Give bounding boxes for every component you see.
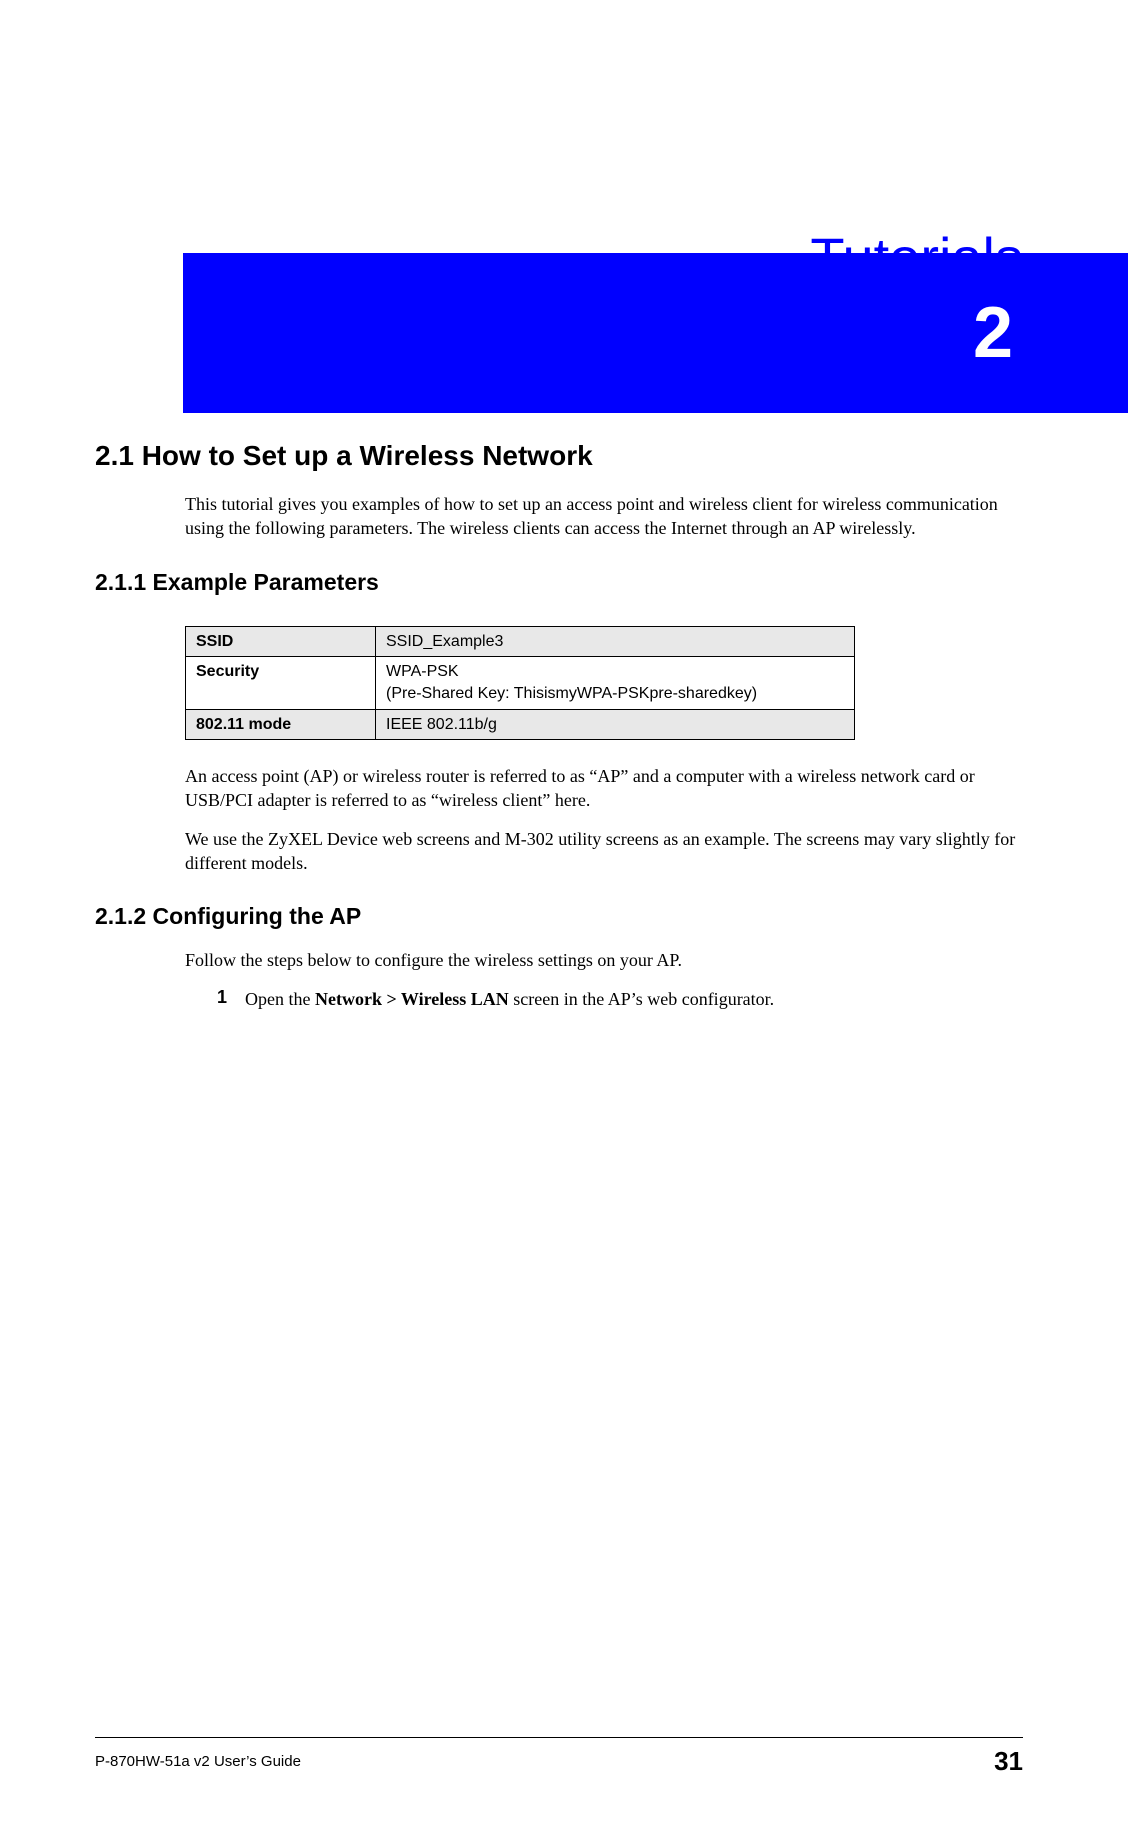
after-table-p2: We use the ZyXEL Device web screens and … <box>185 827 1023 876</box>
param-label: 802.11 mode <box>186 709 376 740</box>
section-2-1-heading: 2.1 How to Set up a Wireless Network <box>95 440 1023 472</box>
param-value: IEEE 802.11b/g <box>376 709 855 740</box>
step-number: 1 <box>217 987 245 1011</box>
param-value-line1: WPA-PSK <box>386 663 459 680</box>
param-label: SSID <box>186 626 376 657</box>
section-2-1-body: This tutorial gives you examples of how … <box>185 492 1023 541</box>
table-row: SSID SSID_Example3 <box>186 626 855 657</box>
page-footer: P-870HW-51a v2 User’s Guide 31 <box>95 1737 1023 1777</box>
step-text-bold: Network > Wireless LAN <box>315 989 509 1009</box>
example-parameters-table: SSID SSID_Example3 Security WPA-PSK (Pre… <box>185 626 855 740</box>
section-2-1-1-heading: 2.1.1 Example Parameters <box>95 569 1023 596</box>
step-1: 1 Open the Network > Wireless LAN screen… <box>217 987 1023 1011</box>
step-text-prefix: Open the <box>245 989 315 1009</box>
chapter-tab: 2 <box>183 253 1128 413</box>
param-label: Security <box>186 657 376 709</box>
footer-guide-name: P-870HW-51a v2 User’s Guide <box>95 1753 301 1770</box>
section-2-1-2-heading: 2.1.2 Configuring the AP <box>95 903 1023 930</box>
table-row: 802.11 mode IEEE 802.11b/g <box>186 709 855 740</box>
step-text: Open the Network > Wireless LAN screen i… <box>245 987 774 1011</box>
param-value: WPA-PSK (Pre-Shared Key: ThisismyWPA-PSK… <box>376 657 855 709</box>
footer-page-number: 31 <box>994 1746 1023 1777</box>
step-text-suffix: screen in the AP’s web configurator. <box>509 989 774 1009</box>
chapter-number: 2 <box>973 292 1013 374</box>
after-table-p1: An access point (AP) or wireless router … <box>185 764 1023 813</box>
param-value: SSID_Example3 <box>376 626 855 657</box>
page-container: 2 Tutorials This chapter describes how t… <box>0 225 1128 1822</box>
section-2-1-2-body: Follow the steps below to configure the … <box>185 948 1023 972</box>
table-row: Security WPA-PSK (Pre-Shared Key: Thisis… <box>186 657 855 709</box>
param-value-line2: (Pre-Shared Key: ThisismyWPA-PSKpre-shar… <box>386 685 757 702</box>
